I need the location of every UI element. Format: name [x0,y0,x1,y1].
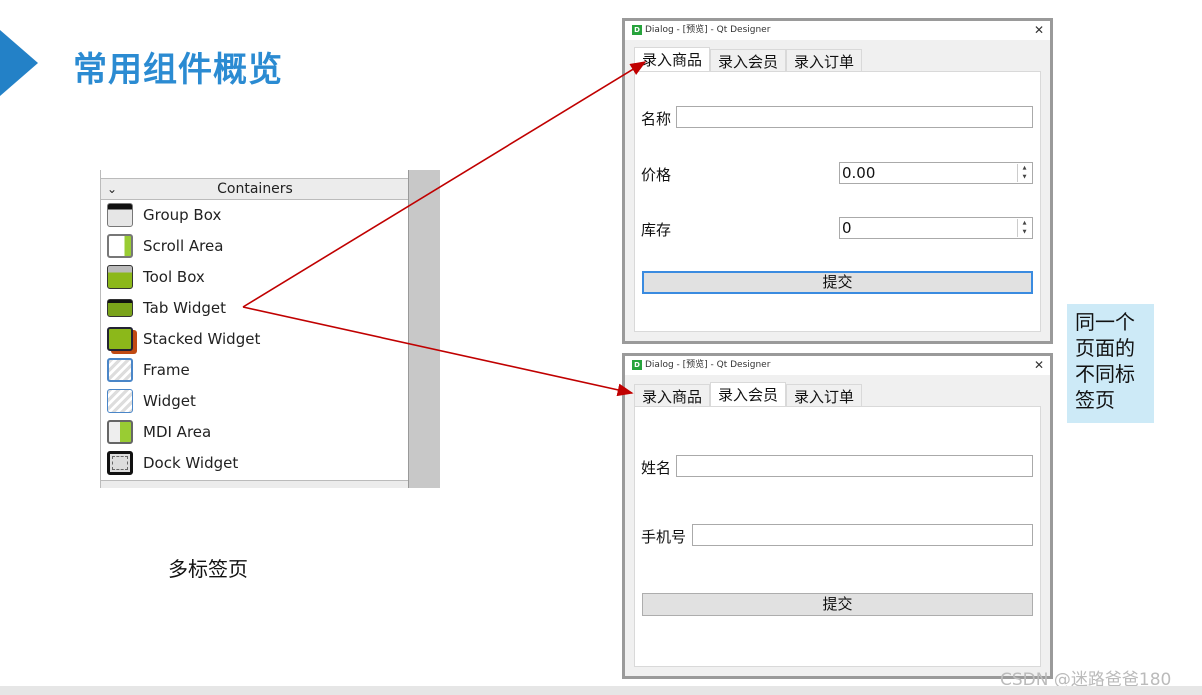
arrows [242,61,647,397]
arrow-to-dialog-1 [242,61,647,308]
arrow-to-dialog-2 [242,306,634,397]
